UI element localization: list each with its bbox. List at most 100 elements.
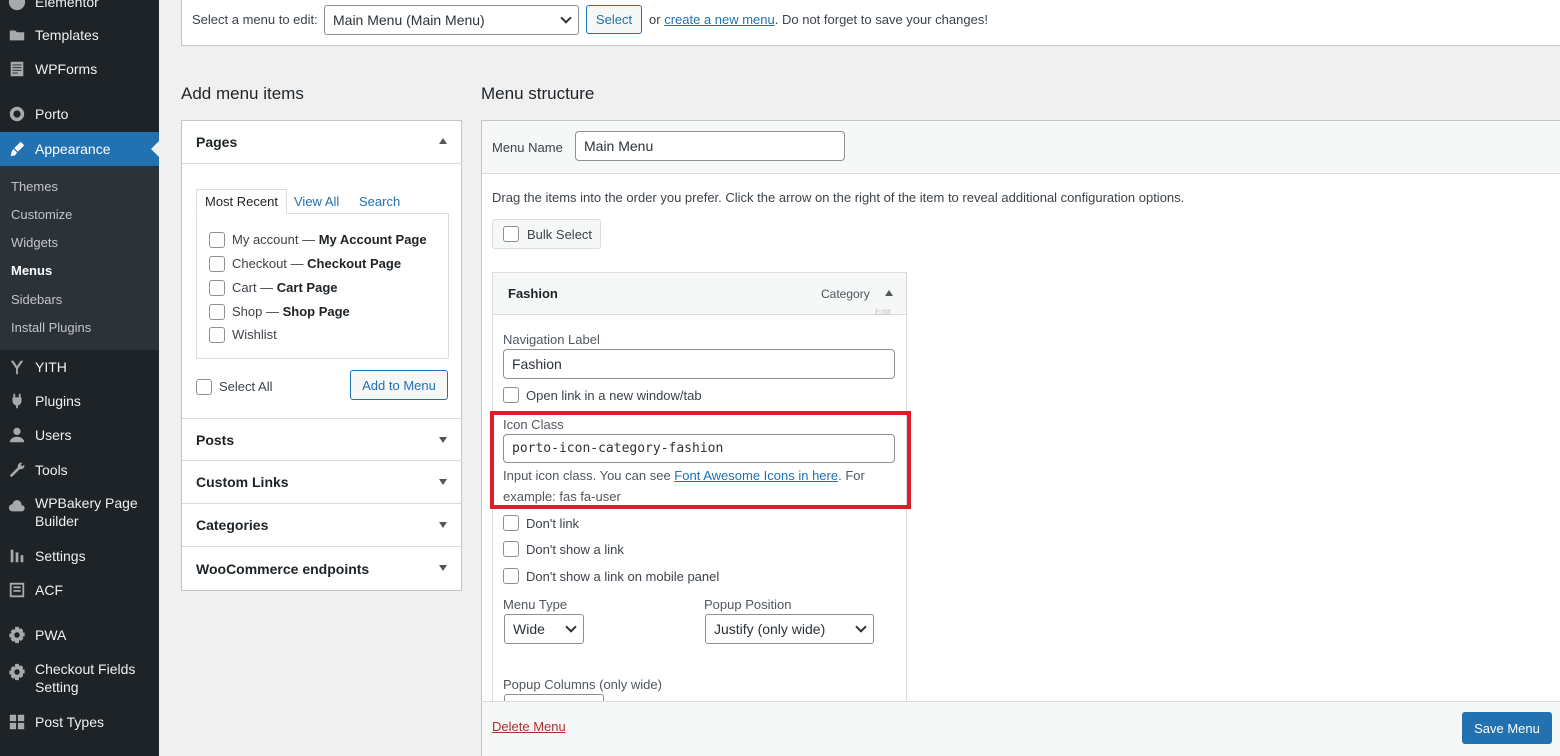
submenu-item-customize[interactable]: Customize [11, 207, 72, 222]
sidebar-item-templates[interactable]: Templates [0, 25, 159, 45]
chevron-down-icon [855, 621, 867, 633]
page-label: Cart — Cart Page [232, 280, 338, 295]
sidebar-item-wpforms[interactable]: WPForms [0, 59, 159, 79]
add-to-menu-button[interactable]: Add to Menu [350, 370, 448, 400]
expand-arrow-icon [439, 522, 447, 528]
sidebar-item-label: WPBakery Page Builder [35, 495, 138, 529]
form-icon [7, 59, 27, 79]
bulk-select-button[interactable]: Bulk Select [492, 219, 601, 249]
popup-position-label: Popup Position [704, 597, 792, 612]
user-icon [7, 425, 27, 445]
select-all-checkbox[interactable] [196, 379, 212, 395]
chevron-down-icon [565, 621, 577, 633]
expand-arrow-icon [439, 437, 447, 443]
menu-name-value: Main Menu [584, 138, 654, 154]
collapse-arrow-icon[interactable] [885, 290, 893, 296]
woocommerce-endpoints-section-header[interactable]: WooCommerce endpoints [182, 547, 461, 590]
submenu-item-sidebars[interactable]: Sidebars [11, 292, 62, 307]
delete-menu-link[interactable]: Delete Menu [492, 719, 566, 734]
select-menu-label: Select a menu to edit: [192, 12, 318, 27]
sidebar-item-yith[interactable]: YITH [0, 357, 159, 377]
open-new-tab-checkbox[interactable] [503, 387, 519, 403]
dont-link-label: Don't link [526, 516, 580, 531]
sidebar-item-label: Users [35, 427, 72, 443]
sidebar-item-wpbakery[interactable]: WPBakery Page Builder [0, 494, 159, 532]
page-checkbox[interactable] [209, 232, 225, 248]
dont-link-checkbox[interactable] [503, 515, 519, 531]
sidebar-item-pwa[interactable]: PWA [0, 625, 159, 645]
categories-section-header[interactable]: Categories [182, 504, 461, 547]
sidebar-item-label: Elementor [35, 0, 99, 10]
navigation-label-value: Fashion [512, 356, 562, 372]
dont-show-mobile-checkbox[interactable] [503, 568, 519, 584]
tab-view-all[interactable]: View All [294, 189, 339, 214]
submenu-item-menus[interactable]: Menus [11, 263, 52, 278]
select-menu-button[interactable]: Select [586, 5, 642, 34]
custom-links-section-header[interactable]: Custom Links [182, 461, 461, 504]
sidebar-item-checkout-fields[interactable]: Checkout Fields Setting [0, 660, 159, 698]
appearance-submenu: Themes Customize Widgets Menus Sidebars … [0, 166, 159, 350]
page-checkbox[interactable] [209, 304, 225, 320]
posts-section-header[interactable]: Posts [182, 418, 461, 461]
sidebar-item-settings[interactable]: Settings [0, 546, 159, 566]
pages-section-title: Pages [196, 134, 238, 150]
submenu-item-install-plugins[interactable]: Install Plugins [11, 320, 91, 335]
plug-icon [7, 391, 27, 411]
grid-icon [7, 712, 27, 732]
sidebar-item-elementor[interactable]: Elementor [0, 0, 159, 12]
sidebar-item-post-types[interactable]: Post Types [0, 712, 159, 732]
create-menu-text: or create a new menu. Do not forget to s… [649, 12, 988, 27]
sidebar-item-label: Templates [35, 27, 99, 43]
menu-type-label: Menu Type [503, 597, 568, 612]
sidebar-item-porto[interactable]: Porto [0, 104, 159, 124]
menu-item-type: Category [821, 287, 870, 301]
sidebar-item-label: Plugins [35, 393, 81, 409]
section-title: WooCommerce endpoints [196, 560, 370, 577]
menu-type-value: Wide [513, 621, 545, 637]
page-checkbox[interactable] [209, 256, 225, 272]
dont-show-link-label: Don't show a link [526, 542, 624, 557]
section-title: Categories [196, 517, 269, 533]
submenu-item-widgets[interactable]: Widgets [11, 235, 58, 250]
tab-search[interactable]: Search [359, 189, 400, 214]
menu-select-dropdown[interactable]: Main Menu (Main Menu) [324, 5, 579, 35]
page-checkbox[interactable] [209, 327, 225, 343]
edit-link[interactable]: Edit [875, 309, 891, 315]
open-new-tab-label: Open link in a new window/tab [526, 388, 702, 403]
page-checkbox[interactable] [209, 280, 225, 296]
menu-item-handle[interactable]: Fashion Category Edit [493, 273, 906, 315]
sidebar-item-label: Appearance [35, 141, 111, 157]
submenu-item-themes[interactable]: Themes [11, 179, 58, 194]
save-menu-button[interactable]: Save Menu [1462, 712, 1552, 744]
sidebar-item-plugins[interactable]: Plugins [0, 391, 159, 411]
bulk-select-checkbox[interactable] [503, 226, 519, 242]
drag-instructions: Drag the items into the order you prefer… [492, 190, 1185, 205]
sidebar-item-tools[interactable]: Tools [0, 460, 159, 480]
sidebar-item-appearance[interactable]: Appearance [0, 132, 159, 166]
sidebar-item-label: ACF [35, 582, 63, 598]
menu-type-select[interactable]: Wide [504, 614, 584, 644]
popup-position-select[interactable]: Justify (only wide) [705, 614, 874, 644]
sidebar-item-users[interactable]: Users [0, 425, 159, 445]
dont-show-mobile-label: Don't show a link on mobile panel [526, 569, 720, 584]
sidebar-item-acf[interactable]: ACF [0, 580, 159, 600]
folder-icon [7, 25, 27, 45]
gear-icon [7, 625, 27, 645]
dont-show-link-checkbox[interactable] [503, 541, 519, 557]
menu-name-label: Menu Name [492, 140, 563, 155]
menu-name-input[interactable]: Main Menu [575, 131, 845, 161]
pages-section-header[interactable]: Pages [182, 121, 461, 164]
section-title: Posts [196, 431, 235, 448]
settings-sliders-icon [7, 546, 27, 566]
elementor-icon [7, 0, 27, 12]
page-label: Wishlist [232, 327, 277, 342]
navigation-label-input[interactable]: Fashion [503, 349, 895, 379]
active-indicator [151, 141, 159, 157]
sidebar-item-label: PWA [35, 627, 67, 643]
icon-class-highlight [490, 411, 911, 509]
cloud-icon [7, 496, 27, 516]
create-new-menu-link[interactable]: create a new menu [664, 12, 775, 27]
tab-most-recent[interactable]: Most Recent [196, 189, 287, 214]
add-menu-items-heading: Add menu items [181, 84, 304, 103]
sidebar-item-label: Checkout Fields Setting [35, 661, 136, 695]
